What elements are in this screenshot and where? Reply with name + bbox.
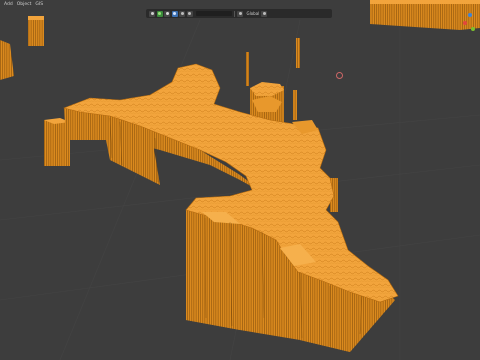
navigation-gizmo[interactable]: [463, 13, 477, 35]
filter-icon[interactable]: [237, 10, 243, 17]
menu-object[interactable]: Object: [17, 0, 32, 9]
orientation-icon[interactable]: [156, 10, 163, 17]
menu-gis[interactable]: GIS: [35, 0, 43, 9]
gizmo-x-icon[interactable]: [463, 21, 467, 25]
cursor-icon[interactable]: [149, 10, 155, 17]
viewport-toolbar: Global: [146, 9, 332, 18]
gizmo-y-icon[interactable]: [471, 27, 475, 31]
magnet-icon[interactable]: [179, 10, 185, 17]
3d-viewport[interactable]: Add Object GIS Global: [0, 0, 480, 360]
viewport-header: Add Object GIS: [0, 0, 480, 9]
overlay-icon[interactable]: [186, 10, 193, 17]
search-input[interactable]: [196, 11, 232, 16]
gizmo-z-icon[interactable]: [468, 13, 472, 17]
3d-cursor-icon[interactable]: [336, 72, 343, 79]
terrain-mesh-canvas[interactable]: [0, 0, 480, 360]
transform-orientation-label[interactable]: Global: [247, 9, 260, 18]
pivot-icon[interactable]: [164, 10, 170, 17]
dropdown-icon[interactable]: [261, 10, 268, 17]
menu-add[interactable]: Add: [4, 0, 13, 9]
snap-icon[interactable]: [171, 10, 178, 17]
toolbar-divider: [234, 10, 235, 17]
menu-bar: Add Object GIS: [0, 0, 43, 9]
